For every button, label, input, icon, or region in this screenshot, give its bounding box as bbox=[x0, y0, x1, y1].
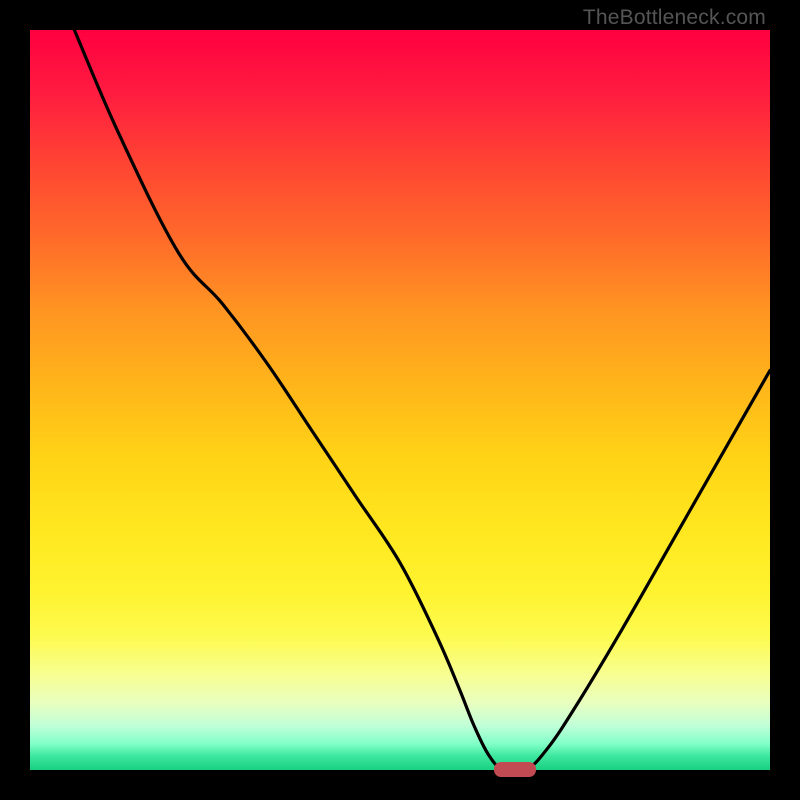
chart-container: TheBottleneck.com bbox=[0, 0, 800, 800]
optimal-marker bbox=[494, 762, 536, 777]
watermark-text: TheBottleneck.com bbox=[583, 6, 766, 30]
chart-svg bbox=[30, 30, 770, 770]
bottleneck-curve-path bbox=[74, 30, 770, 773]
